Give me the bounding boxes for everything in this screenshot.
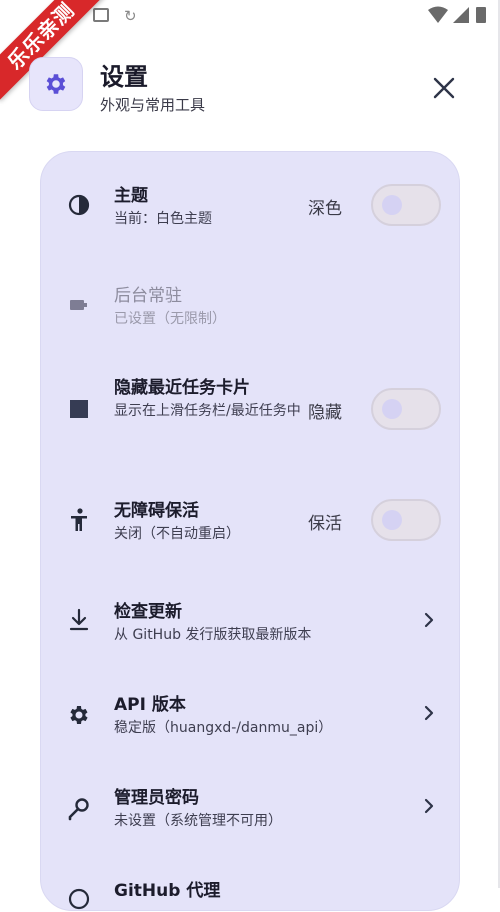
setting-title: 检查更新 [114, 602, 182, 622]
setting-row-hide-recents[interactable]: 隐藏最近任务卡片 显示在上滑任务栏/最近任务中 隐藏 [41, 352, 461, 467]
theme-toggle[interactable] [371, 184, 441, 226]
setting-subtitle: 关闭（不自动重启） [114, 526, 240, 542]
setting-subtitle: 从 GitHub 发行版获取最新版本 [114, 627, 312, 643]
setting-row-accessibility[interactable]: 无障碍保活 关闭（不自动重启） 保活 [41, 467, 461, 577]
setting-row-theme[interactable]: 主题 当前：白色主题 深色 [41, 152, 461, 262]
close-icon [433, 77, 455, 99]
setting-title: 隐藏最近任务卡片 [114, 378, 250, 398]
battery-icon [476, 7, 486, 23]
download-icon [66, 607, 92, 633]
settings-header-icon [29, 57, 83, 111]
chevron-right-icon [420, 611, 438, 629]
setting-value: 隐藏 [308, 403, 342, 423]
setting-subtitle: 已设置（无限制） [114, 311, 226, 327]
setting-title: 管理员密码 [114, 788, 199, 808]
square-icon [66, 396, 92, 422]
accessibility-toggle[interactable] [371, 499, 441, 541]
close-button[interactable] [428, 72, 460, 104]
toggle-knob [382, 195, 402, 215]
settings-card: 主题 当前：白色主题 深色 后台常驻 已设置（无限制） 隐藏最近任务卡片 显示在… [40, 151, 460, 911]
setting-title: API 版本 [114, 695, 186, 715]
toggle-knob [382, 510, 402, 530]
setting-value: 深色 [308, 199, 342, 219]
accessibility-icon [66, 507, 92, 533]
setting-title: 主题 [114, 186, 148, 206]
setting-title: 无障碍保活 [114, 501, 199, 521]
setting-subtitle: 当前：白色主题 [114, 211, 212, 227]
contrast-icon [66, 192, 92, 218]
chevron-right-icon [420, 704, 438, 722]
setting-row-api-version[interactable]: API 版本 稳定版（huangxd-/danmu_api） [41, 670, 461, 763]
page-subtitle: 外观与常用工具 [100, 96, 206, 114]
hide-recents-toggle[interactable] [371, 388, 441, 430]
page-title: 设置 [100, 63, 148, 91]
setting-value: 保活 [308, 514, 342, 534]
setting-row-update[interactable]: 检查更新 从 GitHub 发行版获取最新版本 [41, 577, 461, 670]
sync-icon: ↻ [124, 7, 137, 25]
setting-row-background: 后台常驻 已设置（无限制） [41, 262, 461, 352]
toggle-knob [382, 399, 402, 419]
signal-icon [453, 7, 469, 23]
key-icon [66, 796, 92, 822]
wifi-icon [428, 6, 448, 23]
chevron-right-icon [420, 797, 438, 815]
gear-icon [46, 74, 66, 94]
setting-title: GitHub 代理 [114, 881, 221, 901]
battery-icon [66, 292, 92, 318]
setting-row-admin-password[interactable]: 管理员密码 未设置（系统管理不可用） [41, 763, 461, 856]
setting-subtitle: 稳定版（huangxd-/danmu_api） [114, 720, 333, 736]
gear-icon [66, 702, 92, 728]
setting-subtitle: 未设置（系统管理不可用） [114, 813, 282, 829]
gallery-icon [93, 8, 109, 22]
setting-row-github-proxy[interactable]: GitHub 代理 [41, 856, 461, 912]
setting-subtitle: 显示在上滑任务栏/最近任务中 [114, 403, 301, 419]
setting-title: 后台常驻 [114, 286, 182, 306]
globe-icon [66, 886, 92, 912]
